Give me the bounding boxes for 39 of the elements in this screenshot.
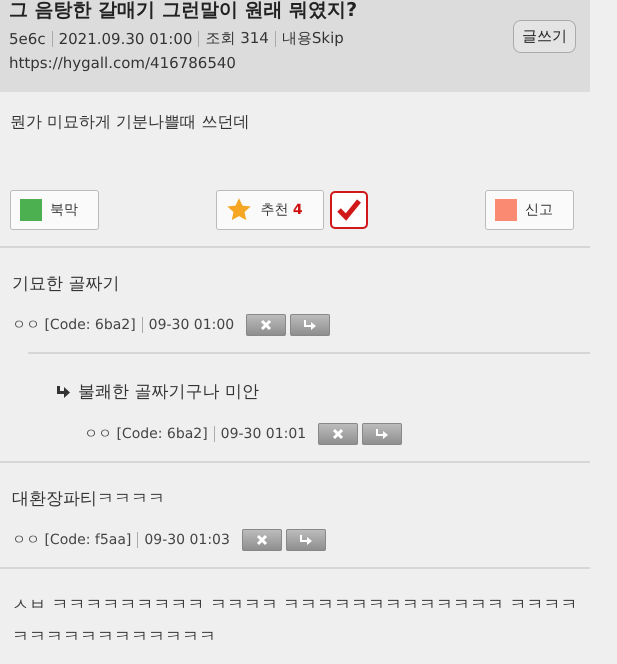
- reply-button[interactable]: [362, 422, 402, 445]
- comment-text: ㅅㅂ ㅋㅋㅋㅋㅋㅋㅋㅋㅋ ㅋㅋㅋㅋ ㅋㅋㅋㅋㅋㅋㅋㅋㅋㅋㅋㅋㅋ ㅋㅋㅋㅋㅋㅋㅋㅋㅋㅋㅋㅋㅋㅋㅋㅋ: [12, 594, 579, 650]
- post-body: 뭔가 미묘하게 기분나쁠때 쓰던데: [9, 111, 250, 133]
- reply-arrow-icon: [298, 534, 313, 546]
- close-icon: [260, 319, 272, 332]
- bookmark-button[interactable]: 북막: [10, 190, 99, 230]
- reply-button[interactable]: [286, 528, 326, 551]
- square-icon: [495, 199, 518, 221]
- delete-button[interactable]: [246, 314, 286, 336]
- post-meta: 5e6c: [9, 30, 46, 48]
- comment-author: ㅇㅇ [Code: f5aa]: [12, 530, 132, 549]
- recommend-checkbox[interactable]: [330, 191, 368, 229]
- report-button[interactable]: 신고: [485, 190, 574, 230]
- post-meta: 내용Skip: [282, 29, 344, 48]
- check-icon: [336, 198, 362, 222]
- post-title: 그 음탕한 갈매기 그런말이 원래 뭐였지?: [9, 0, 358, 23]
- comment-time: 09-30 01:01: [220, 426, 306, 442]
- post-meta: 2021.09.30 01:00: [58, 30, 192, 48]
- reply-button[interactable]: [290, 314, 330, 336]
- delete-button[interactable]: [318, 422, 358, 445]
- recommend-button[interactable]: 추천 4: [216, 190, 324, 230]
- comment-text: 대환장파티ㅋㅋㅋㅋ: [12, 488, 166, 511]
- post-url: https://hygall.com/416786540: [9, 54, 237, 72]
- reply-arrow-icon: [303, 319, 318, 332]
- square-icon: [20, 199, 42, 221]
- close-icon: [332, 428, 344, 440]
- comment-time: 09-30 01:00: [148, 317, 234, 334]
- star-icon: [226, 197, 252, 223]
- comment-author: ㅇㅇ [Code: 6ba2]: [84, 424, 208, 443]
- comment-author: ㅇㅇ [Code: 6ba2]: [12, 316, 136, 334]
- reply-arrow-icon: [56, 386, 70, 399]
- comment-time: 09-30 01:03: [144, 532, 230, 548]
- close-icon: [256, 534, 268, 546]
- delete-button[interactable]: [242, 528, 282, 551]
- write-button[interactable]: 글쓰기: [513, 20, 576, 53]
- comment-text: 불쾌한 골짜기구나 미안: [78, 381, 259, 404]
- post-meta: 조회 314: [205, 29, 269, 48]
- comment-text: 기묘한 골짜기: [12, 273, 120, 296]
- reply-arrow-icon: [375, 428, 390, 440]
